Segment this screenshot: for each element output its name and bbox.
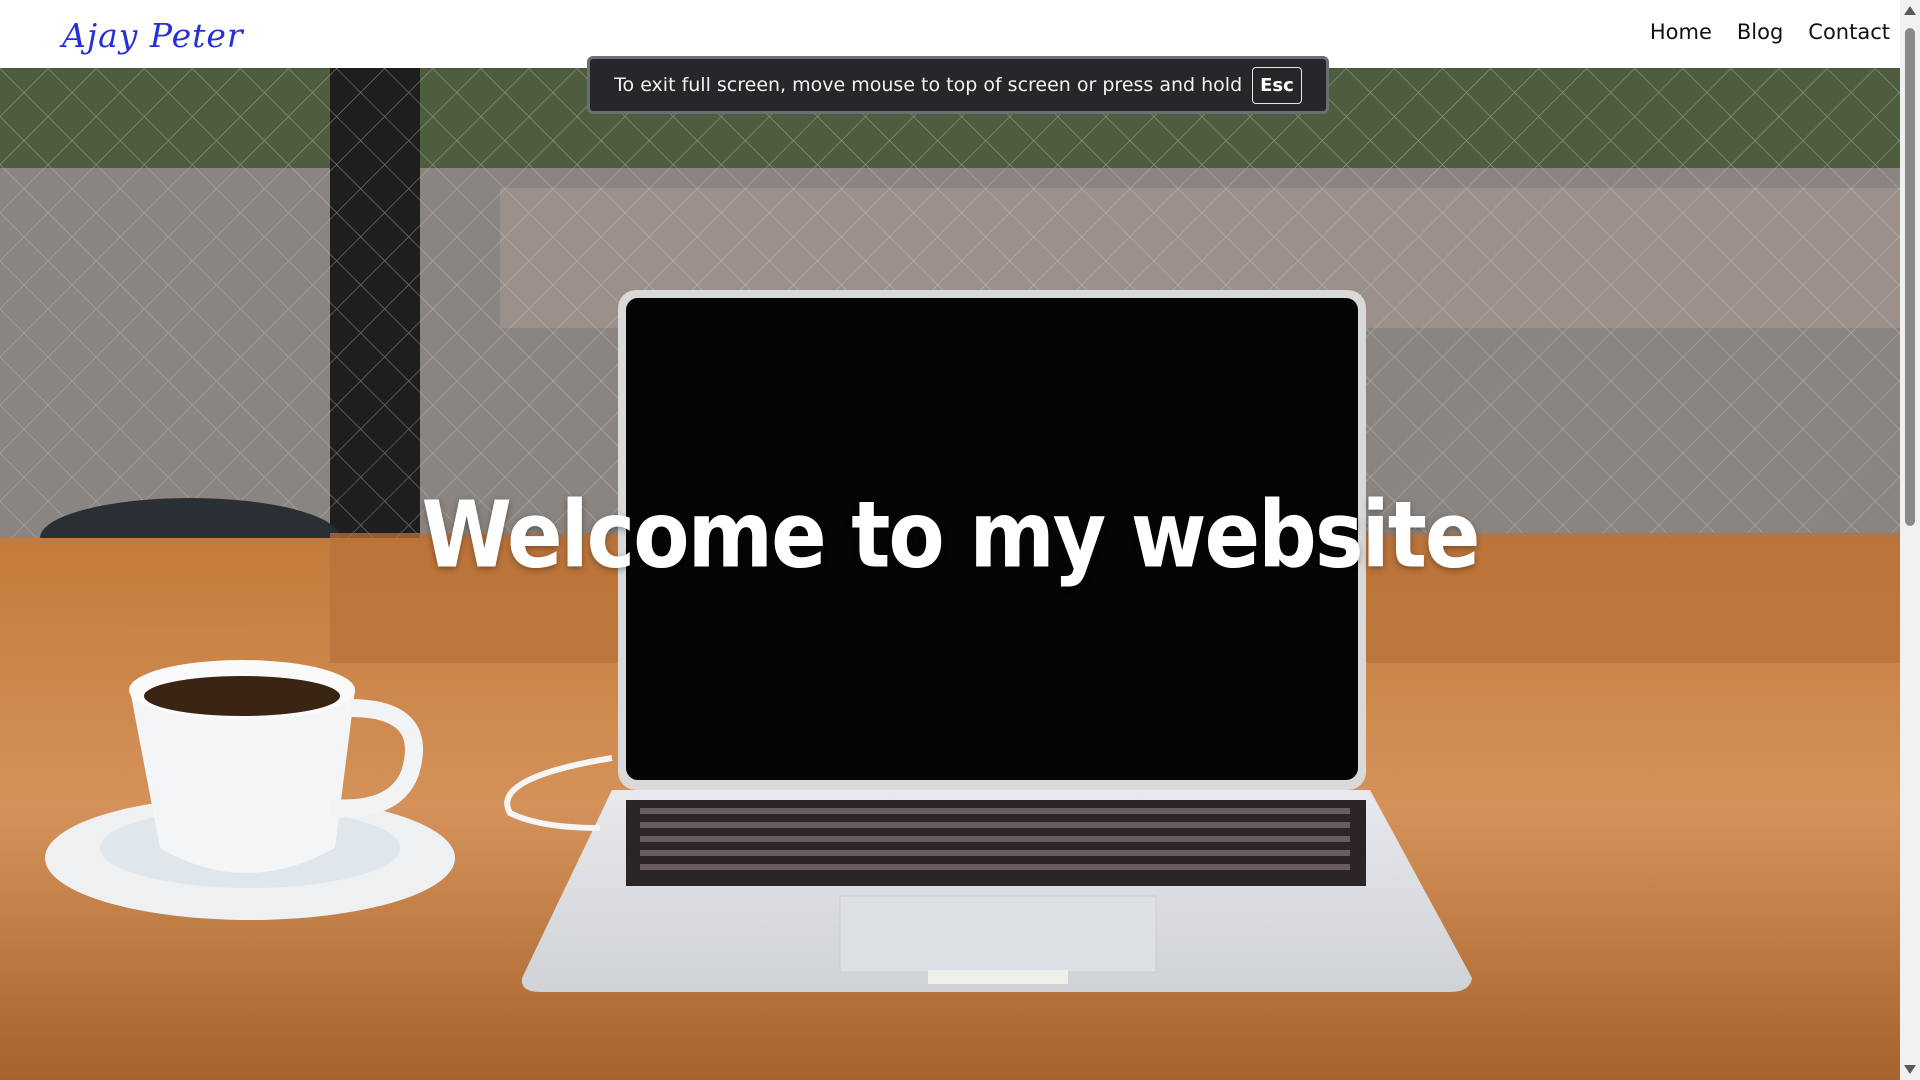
hero-title: Welcome to my website xyxy=(421,482,1480,589)
fullscreen-notice-message: To exit full screen, move mouse to top o… xyxy=(614,74,1243,96)
nav-link-blog[interactable]: Blog xyxy=(1737,20,1783,44)
scrollbar-thumb[interactable] xyxy=(1905,28,1915,526)
scroll-up-arrow-icon[interactable] xyxy=(1904,6,1916,15)
fullscreen-exit-notice: To exit full screen, move mouse to top o… xyxy=(587,56,1329,114)
esc-key-badge: Esc xyxy=(1252,66,1302,104)
site-brand-logo[interactable]: Ajay Peter xyxy=(62,16,244,55)
hero-section: Welcome to my website xyxy=(0,68,1900,1080)
scroll-down-arrow-icon[interactable] xyxy=(1904,1065,1916,1074)
nav-link-home[interactable]: Home xyxy=(1650,20,1712,44)
nav-links: Home Blog Contact xyxy=(1650,20,1890,44)
nav-link-contact[interactable]: Contact xyxy=(1808,20,1890,44)
vertical-scrollbar[interactable] xyxy=(1900,0,1920,1080)
